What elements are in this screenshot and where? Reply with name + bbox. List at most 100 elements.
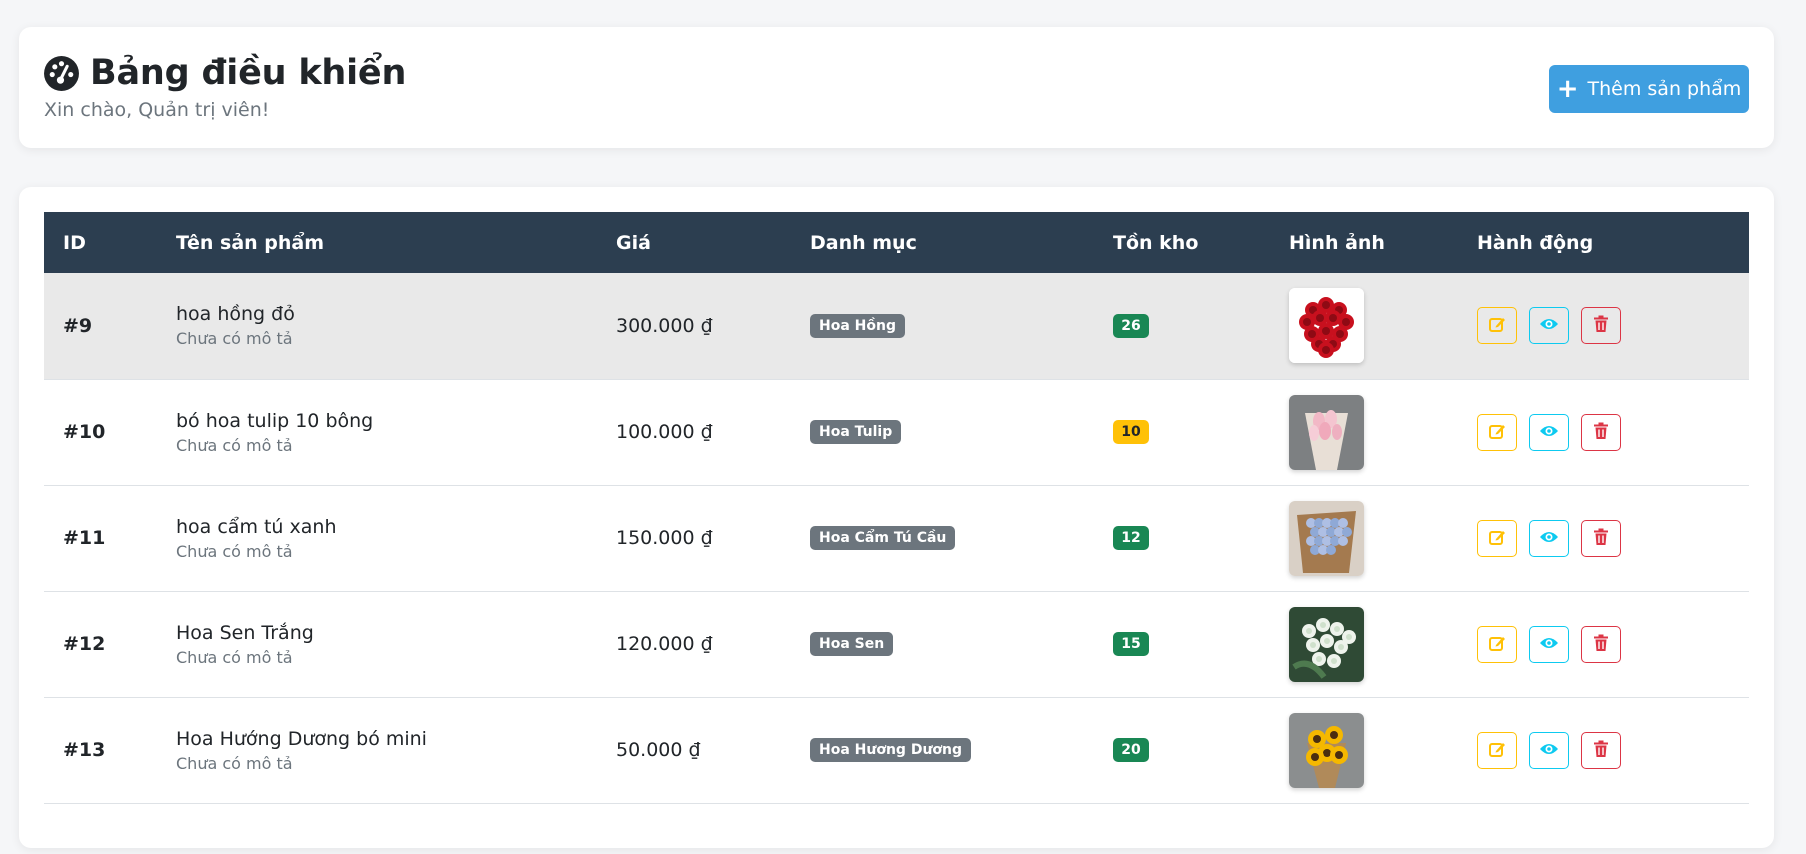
product-stock-cell: 15	[1094, 591, 1270, 697]
product-name-cell: Hoa Sen Trắng Chưa có mô tả	[157, 591, 597, 697]
delete-button[interactable]	[1581, 413, 1621, 451]
edit-icon	[1488, 528, 1506, 549]
product-image-cell	[1270, 485, 1458, 591]
table-row: #11 hoa cẩm tú xanh Chưa có mô tả 150.000 ₫…	[44, 485, 1749, 591]
table-body: #9 hoa hồng đỏ Chưa có mô tả 300.000 ₫ Hoa H…	[44, 273, 1749, 803]
edit-button[interactable]	[1477, 625, 1517, 663]
edit-button[interactable]	[1477, 413, 1517, 451]
add-product-label: Thêm sản phẩm	[1587, 78, 1742, 100]
stock-badge: 10	[1113, 420, 1149, 444]
product-image-cell	[1270, 379, 1458, 485]
stock-badge: 26	[1113, 313, 1149, 338]
category-badge: Hoa Cẩm Tú Cầu	[810, 526, 956, 550]
edit-button[interactable]	[1477, 519, 1517, 557]
product-id: #10	[63, 421, 106, 443]
product-id: #13	[63, 739, 106, 761]
products-table-card: ID Tên sản phẩm Giá Danh mục Tồn kho Hình ảnh…	[19, 187, 1774, 848]
eye-icon	[1539, 529, 1559, 548]
product-name-cell: bó hoa tulip 10 bông Chưa có mô tả	[157, 379, 597, 485]
view-button[interactable]	[1529, 307, 1569, 345]
trash-icon	[1593, 740, 1609, 761]
dashboard-header-card: Bảng điều khiển Xin chào, Quản trị viên!…	[19, 27, 1774, 148]
edit-icon	[1488, 634, 1506, 655]
delete-button[interactable]	[1581, 307, 1621, 345]
eye-icon	[1539, 316, 1559, 335]
product-stock-cell: 10	[1094, 379, 1270, 485]
product-actions-cell	[1458, 591, 1749, 697]
product-actions-cell	[1458, 697, 1749, 803]
product-category-cell: Hoa Hương Dương	[791, 697, 1094, 803]
column-header: Tồn kho	[1113, 231, 1199, 254]
product-price: 100.000 ₫	[616, 421, 713, 443]
table-row: #9 hoa hồng đỏ Chưa có mô tả 300.000 ₫ Hoa H…	[44, 273, 1749, 379]
trash-icon	[1593, 528, 1609, 549]
red-roses-image[interactable]	[1289, 288, 1364, 364]
blue-hydrangea-bouquet-image[interactable]	[1289, 500, 1364, 576]
view-button[interactable]	[1529, 731, 1569, 769]
product-name-cell: hoa hồng đỏ Chưa có mô tả	[157, 273, 597, 379]
product-stock-cell: 20	[1094, 697, 1270, 803]
product-image-cell	[1270, 591, 1458, 697]
product-category-cell: Hoa Sen	[791, 591, 1094, 697]
stock-badge: 15	[1113, 632, 1149, 656]
delete-button[interactable]	[1581, 519, 1621, 557]
table-row: #13 Hoa Hướng Dương bó mini Chưa có mô tả 5…	[44, 697, 1749, 803]
eye-icon	[1539, 741, 1559, 760]
product-category-cell: Hoa Hồng	[791, 273, 1094, 379]
product-image-cell	[1270, 697, 1458, 803]
edit-icon	[1488, 315, 1506, 336]
add-product-button[interactable]: + Thêm sản phẩm	[1549, 65, 1749, 113]
product-actions-cell	[1458, 273, 1749, 379]
welcome-subtitle: Xin chào, Quản trị viên!	[44, 99, 270, 121]
product-id: #12	[63, 633, 106, 655]
product-stock-cell: 12	[1094, 485, 1270, 591]
view-button[interactable]	[1529, 413, 1569, 451]
column-header: Hình ảnh	[1289, 231, 1385, 254]
product-name-cell: Hoa Hướng Dương bó mini Chưa có mô tả	[157, 697, 597, 803]
product-category-cell: Hoa Cẩm Tú Cầu	[791, 485, 1094, 591]
stock-badge: 20	[1113, 738, 1149, 762]
product-price: 150.000 ₫	[616, 527, 713, 549]
product-id: #9	[63, 314, 93, 337]
product-name: hoa hồng đỏ	[176, 303, 295, 326]
column-header: ID	[63, 231, 86, 254]
sunflower-bouquet-image[interactable]	[1289, 712, 1364, 788]
product-name: bó hoa tulip 10 bông	[176, 409, 374, 432]
product-actions-cell	[1458, 485, 1749, 591]
eye-icon	[1539, 423, 1559, 442]
product-price: 120.000 ₫	[616, 633, 713, 655]
column-header: Danh mục	[810, 231, 917, 254]
product-image-cell	[1270, 273, 1458, 379]
pink-tulip-bouquet-image[interactable]	[1289, 394, 1364, 470]
plus-icon: +	[1556, 74, 1579, 104]
column-header: Hành động	[1477, 231, 1594, 254]
white-lotus-bouquet-image[interactable]	[1289, 606, 1364, 682]
column-header: Giá	[616, 231, 651, 254]
trash-icon	[1593, 634, 1609, 655]
product-name: hoa cẩm tú xanh	[176, 515, 337, 538]
category-badge: Hoa Hồng	[810, 313, 905, 338]
category-badge: Hoa Hương Dương	[810, 738, 972, 762]
edit-icon	[1488, 422, 1506, 443]
product-description: Chưa có mô tả	[176, 435, 293, 455]
trash-icon	[1593, 315, 1609, 336]
delete-button[interactable]	[1581, 731, 1621, 769]
product-description: Chưa có mô tả	[176, 329, 293, 349]
view-button[interactable]	[1529, 625, 1569, 663]
stock-badge: 12	[1113, 526, 1149, 550]
view-button[interactable]	[1529, 519, 1569, 557]
category-badge: Hoa Tulip	[810, 420, 902, 444]
product-category-cell: Hoa Tulip	[791, 379, 1094, 485]
category-badge: Hoa Sen	[810, 632, 894, 656]
trash-icon	[1593, 422, 1609, 443]
page-title: Bảng điều khiển	[90, 53, 407, 93]
product-name: Hoa Sen Trắng	[176, 621, 314, 644]
edit-button[interactable]	[1477, 307, 1517, 345]
eye-icon	[1539, 635, 1559, 654]
edit-icon	[1488, 740, 1506, 761]
page-title-row: Bảng điều khiển	[43, 53, 406, 93]
tachometer-icon	[44, 55, 79, 91]
delete-button[interactable]	[1581, 625, 1621, 663]
edit-button[interactable]	[1477, 731, 1517, 769]
product-name: Hoa Hướng Dương bó mini	[176, 727, 427, 750]
